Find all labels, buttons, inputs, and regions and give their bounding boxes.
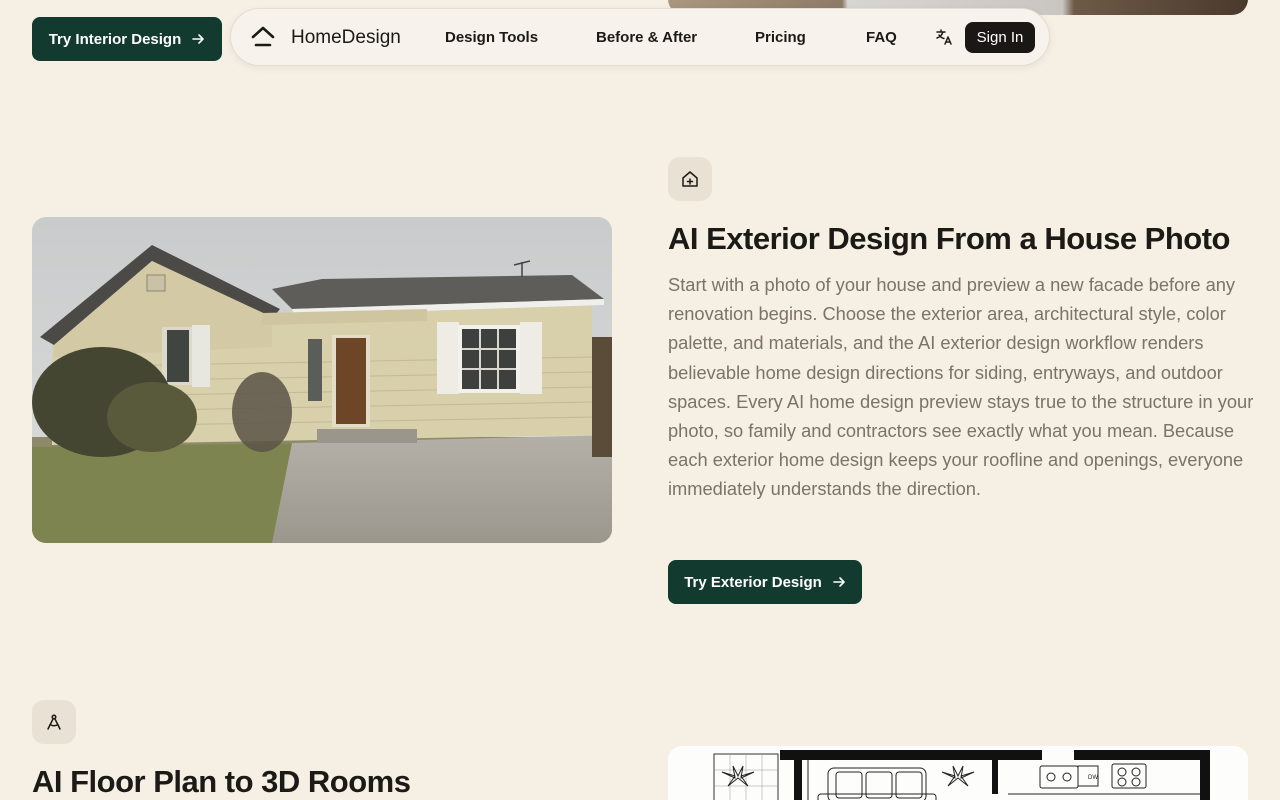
try-interior-design-label: Try Interior Design	[48, 30, 182, 48]
translate-icon[interactable]	[935, 28, 953, 46]
nav-design-tools[interactable]: Design Tools	[445, 29, 538, 46]
arrow-right-icon	[192, 34, 205, 44]
floor-plan-dw-label: DW	[1088, 775, 1098, 781]
try-exterior-design-button[interactable]: Try Exterior Design	[668, 560, 862, 604]
floorplan-title: AI Floor Plan to 3D Rooms	[32, 764, 411, 799]
arrow-right-icon	[832, 577, 845, 587]
brand-name[interactable]: HomeDesign	[291, 27, 401, 49]
nav-pricing[interactable]: Pricing	[755, 29, 806, 46]
home-plus-icon	[682, 171, 698, 187]
house-photo	[32, 217, 612, 543]
floor-plan-illustration: DW	[668, 746, 1248, 800]
nav-before-after[interactable]: Before & After	[596, 29, 697, 46]
exterior-feature-badge	[668, 157, 712, 201]
try-exterior-design-label: Try Exterior Design	[684, 573, 822, 591]
house-illustration	[32, 217, 612, 543]
sign-in-button[interactable]: Sign In	[965, 22, 1035, 53]
exterior-description: Start with a photo of your house and pre…	[668, 274, 1254, 500]
navbar: HomeDesign Design Tools Before & After P…	[230, 8, 1050, 66]
try-interior-design-button[interactable]: Try Interior Design	[32, 17, 222, 61]
floor-plan-image: DW	[668, 746, 1248, 800]
home-logo-icon[interactable]	[251, 26, 275, 48]
nav-faq[interactable]: FAQ	[866, 29, 897, 46]
floorplan-feature-badge	[32, 700, 76, 744]
compass-drafting-icon	[47, 714, 61, 730]
exterior-title: AI Exterior Design From a House Photo	[668, 221, 1230, 256]
